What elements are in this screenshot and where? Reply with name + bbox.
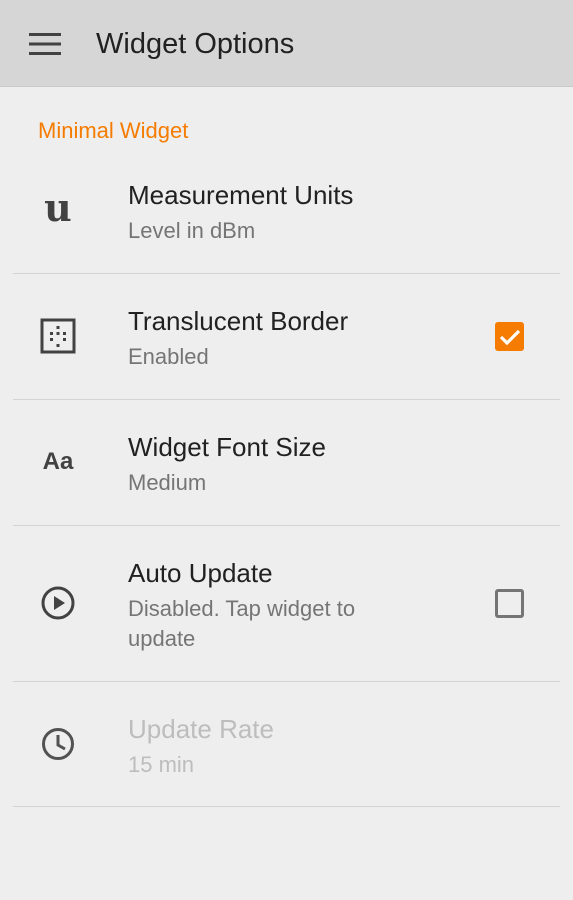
setting-update-rate: Update Rate 15 min <box>0 682 573 808</box>
dotted-border-icon <box>36 314 80 358</box>
translucent-border-checkbox[interactable] <box>495 322 524 351</box>
setting-summary: Level in dBm <box>128 218 256 243</box>
clock-icon <box>36 722 80 766</box>
checkmark-icon <box>499 329 520 345</box>
divider <box>13 806 560 807</box>
hamburger-menu-icon[interactable] <box>22 27 68 61</box>
setting-title: Widget Font Size <box>128 432 326 462</box>
setting-summary: Medium <box>128 470 207 495</box>
setting-summary: 15 min <box>128 752 195 777</box>
play-circle-icon <box>36 581 80 625</box>
setting-title: Auto Update <box>128 558 273 588</box>
units-u-icon: u <box>44 185 72 230</box>
setting-summary: Enabled <box>128 344 209 369</box>
page-title: Widget Options <box>96 28 295 60</box>
section-header-minimal-widget: Minimal Widget <box>38 118 189 143</box>
setting-widget-font-size[interactable]: Aa Widget Font Size Medium <box>0 400 573 526</box>
auto-update-checkbox[interactable] <box>495 589 524 618</box>
app-bar: Widget Options <box>0 0 573 87</box>
setting-summary: Disabled. Tap widget to update <box>128 596 356 651</box>
setting-title: Translucent Border <box>128 306 349 336</box>
setting-title: Measurement Units <box>128 180 354 210</box>
setting-auto-update[interactable]: Auto Update Disabled. Tap widget to upda… <box>0 526 573 682</box>
setting-translucent-border[interactable]: Translucent Border Enabled <box>0 274 573 400</box>
setting-title: Update Rate <box>128 714 274 744</box>
setting-measurement-units[interactable]: u Measurement Units Level in dBm <box>0 168 573 274</box>
font-size-icon: Aa <box>42 448 74 475</box>
